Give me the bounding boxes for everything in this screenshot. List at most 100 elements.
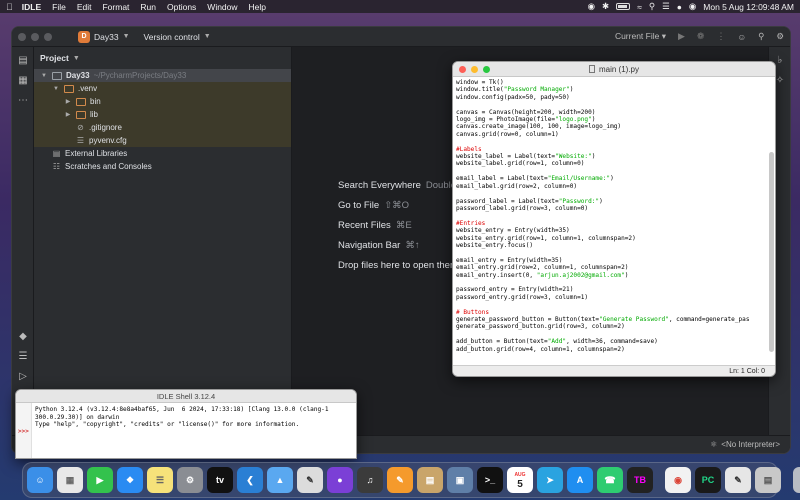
idle-editor-title: main (1).py (453, 64, 775, 74)
idle-editor-window: main (1).py window = Tk() window.title("… (452, 61, 776, 377)
minimize-button[interactable] (31, 32, 39, 41)
hint-drop-files: Drop files here to open ther (338, 259, 454, 271)
maximize-button[interactable] (44, 32, 52, 41)
telegram-icon[interactable]: ➤ (537, 467, 563, 493)
python-launcher-icon[interactable]: ▲ (267, 467, 293, 493)
search-icon[interactable]: ⚲ (758, 31, 764, 42)
bluetooth-icon[interactable]: ✱ (602, 1, 609, 12)
apple-icon[interactable]:  (6, 2, 13, 12)
add-user-icon[interactable]: ☺ (737, 32, 746, 42)
chevron-right-icon[interactable]: ▶ (64, 98, 72, 105)
whatsapp-icon[interactable]: ☎ (597, 467, 623, 493)
chevron-right-icon[interactable]: ▶ (64, 111, 72, 118)
tree-item-day33[interactable]: ▼ Day33 ~/PycharmProjects/Day33 (34, 69, 291, 82)
terminal-icon[interactable]: >_ (477, 467, 503, 493)
system-settings-icon[interactable]: ⚙ (177, 467, 203, 493)
idle-shell-body[interactable]: >>> Python 3.12.4 (v3.12.4:8e8a4baf65, J… (16, 403, 356, 458)
wifi-icon[interactable]: ≈ (637, 2, 642, 12)
project-badge[interactable]: D (78, 30, 90, 43)
menu-clock[interactable]: Mon 5 Aug 12:09:48 AM (703, 2, 794, 12)
project-tree: ▼ Day33 ~/PycharmProjects/Day33 ▼ .venv … (34, 69, 291, 173)
jetbrains-toolbox-icon[interactable]: TB (627, 467, 653, 493)
interpreter-lock-icon: ⚛ (710, 440, 718, 449)
screen-recorder-icon[interactable]: ● (327, 467, 353, 493)
layers-icon[interactable]: ☰ (16, 351, 30, 363)
menu-app-name[interactable]: IDLE (22, 2, 41, 12)
more-icon[interactable]: ⋮ (716, 31, 725, 42)
dock: ☺ ▦ ▶ ❖ ☰ ⚙ tv ❮ ▲ ✎ ● ♫ ✎ ▤ ▣ >_ AUG 5 … (22, 462, 800, 498)
pages-icon[interactable]: ✎ (387, 467, 413, 493)
preview-icon[interactable]: ▣ (447, 467, 473, 493)
menu-format[interactable]: Format (102, 2, 129, 12)
launchpad-icon[interactable]: ▦ (57, 467, 83, 493)
tree-item-pyvenv[interactable]: ☰ pyvenv.cfg (34, 134, 291, 147)
idle-icon[interactable]: ✎ (725, 467, 751, 493)
tree-item-venv[interactable]: ▼ .venv (34, 82, 291, 95)
scratches-icon: ☷ (52, 162, 61, 171)
chevron-down-icon[interactable]: ▼ (40, 73, 48, 79)
app-store-icon[interactable]: A (567, 467, 593, 493)
vertical-scrollbar[interactable] (769, 152, 774, 352)
python-file-icon[interactable]: ▤ (755, 467, 781, 493)
menu-edit[interactable]: Edit (77, 2, 92, 12)
library-icon: ▤ (52, 149, 61, 158)
pycharm-icon[interactable]: PC (695, 467, 721, 493)
menu-run[interactable]: Run (140, 2, 156, 12)
interpreter-selector[interactable]: <No Interpreter> (721, 440, 780, 449)
chevron-down-icon[interactable]: ▼ (123, 33, 130, 40)
textedit-icon[interactable]: ✎ (297, 467, 323, 493)
run-tool-icon[interactable]: ▷ (16, 371, 30, 383)
tree-item-gitignore[interactable]: ⊘ .gitignore (34, 121, 291, 134)
code-editor-text[interactable]: window = Tk() window.title("Password Man… (456, 79, 767, 364)
vcs-menu[interactable]: Version control (144, 32, 200, 42)
archive-utility-icon[interactable]: ▤ (417, 467, 443, 493)
media-icon[interactable]: ◉ (588, 1, 595, 12)
hint-search-everywhere: Search Everywhere Double (338, 179, 457, 191)
settings-gear-icon[interactable]: ⚙ (776, 31, 784, 42)
debug-icon[interactable]: ❁ (697, 31, 705, 42)
safari-icon[interactable]: ❖ (117, 467, 143, 493)
close-button[interactable] (18, 32, 26, 41)
shell-output[interactable]: Python 3.12.4 (v3.12.4:8e8a4baf65, Jun 6… (35, 406, 352, 429)
maximize-button[interactable] (483, 65, 490, 73)
search-icon[interactable]: ⚲ (649, 1, 655, 12)
menu-options[interactable]: Options (167, 2, 196, 12)
finder-icon[interactable]: ☺ (27, 467, 53, 493)
project-switcher[interactable]: Day33 (94, 32, 119, 42)
facetime-icon[interactable]: ▶ (87, 467, 113, 493)
tree-item-external-libraries[interactable]: ▤ External Libraries (34, 147, 291, 160)
garageband-icon[interactable]: ♫ (357, 467, 383, 493)
python-packages-icon[interactable]: ◆ (16, 331, 30, 343)
document-icon (588, 64, 595, 73)
siri-icon[interactable]: ◉ (689, 1, 696, 12)
close-button[interactable] (459, 65, 466, 73)
tree-item-bin[interactable]: ▶ bin (34, 95, 291, 108)
run-config-selector[interactable]: Current File ▾ (615, 31, 666, 42)
user-icon[interactable]: ● (677, 2, 682, 12)
minimize-button[interactable] (471, 65, 478, 73)
menu-window[interactable]: Window (207, 2, 237, 12)
chevron-down-icon[interactable]: ▼ (52, 86, 60, 92)
trash-icon[interactable]: ▭ (793, 467, 800, 493)
project-panel-title: Project (40, 53, 69, 63)
chevron-down-icon[interactable]: ▼ (73, 55, 80, 62)
project-tool-icon[interactable]: ▤ (16, 55, 30, 67)
project-panel-header[interactable]: Project ▼ (34, 47, 291, 69)
structure-tool-icon[interactable]: ▦ (16, 75, 30, 87)
menu-help[interactable]: Help (249, 2, 266, 12)
battery-icon[interactable] (616, 3, 631, 10)
menu-bar:  IDLE File Edit Format Run Options Wind… (0, 0, 800, 13)
control-center-icon[interactable]: ☰ (662, 1, 670, 12)
calendar-icon[interactable]: AUG 5 (507, 467, 533, 493)
apple-tv-icon[interactable]: tv (207, 467, 233, 493)
notes-icon[interactable]: ☰ (147, 467, 173, 493)
menu-file[interactable]: File (52, 2, 66, 12)
tree-item-lib[interactable]: ▶ lib (34, 108, 291, 121)
chevron-down-icon[interactable]: ▼ (204, 33, 211, 40)
tree-item-scratches[interactable]: ☷ Scratches and Consoles (34, 160, 291, 173)
more-tools-icon[interactable]: ⋯ (16, 95, 30, 107)
vscode-icon[interactable]: ❮ (237, 467, 263, 493)
idle-shell-window: IDLE Shell 3.12.4 >>> Python 3.12.4 (v3.… (15, 389, 357, 459)
chrome-icon[interactable]: ◉ (665, 467, 691, 493)
run-icon[interactable]: ▶ (678, 31, 685, 42)
